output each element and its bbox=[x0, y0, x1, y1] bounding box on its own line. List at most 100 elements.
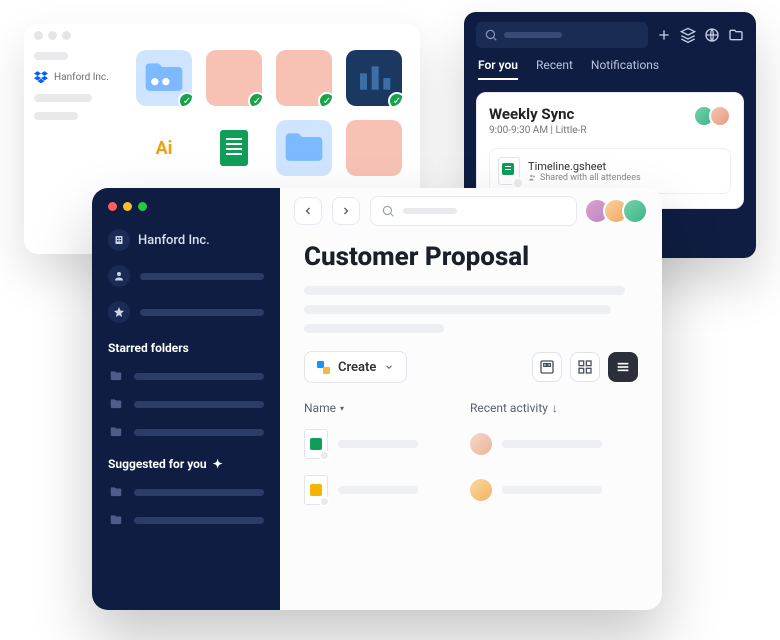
item-placeholder bbox=[134, 517, 264, 524]
tab-notifications[interactable]: Notifications bbox=[591, 58, 659, 80]
folder-tile[interactable]: ✓ bbox=[346, 50, 402, 106]
file-tile-ai[interactable]: Ai bbox=[136, 120, 192, 176]
sidebar-placeholder bbox=[140, 273, 264, 280]
search-input[interactable] bbox=[370, 196, 577, 226]
page-title: Customer Proposal bbox=[304, 242, 638, 272]
view-gallery-button[interactable] bbox=[532, 352, 562, 382]
minimize-dot[interactable] bbox=[123, 202, 132, 211]
file-name: Timeline.gsheet bbox=[528, 160, 641, 173]
folder-icon bbox=[108, 485, 124, 499]
brand-label: Hanford Inc. bbox=[54, 72, 109, 83]
folder-icon bbox=[108, 513, 124, 527]
grid-icon bbox=[577, 359, 593, 375]
starred-folder-item[interactable] bbox=[108, 397, 264, 411]
attendee-avatars bbox=[699, 105, 731, 127]
person-icon bbox=[108, 265, 130, 287]
main-app-window: Hanford Inc. Starred folders Suggested f… bbox=[92, 188, 662, 610]
window-dot bbox=[48, 31, 57, 40]
gsheet-icon bbox=[498, 157, 520, 185]
nav-forward-button[interactable] bbox=[332, 197, 360, 225]
app-main: Customer Proposal Create Name▾ bbox=[280, 188, 662, 610]
people-icon bbox=[528, 173, 537, 182]
layers-icon[interactable] bbox=[680, 27, 696, 43]
starred-folder-item[interactable] bbox=[108, 369, 264, 383]
tab-for-you[interactable]: For you bbox=[478, 58, 518, 80]
folder-icon bbox=[108, 397, 124, 411]
search-input[interactable] bbox=[476, 22, 648, 48]
tab-recent[interactable]: Recent bbox=[536, 58, 573, 80]
image-tile[interactable] bbox=[346, 120, 402, 176]
folder-icon bbox=[142, 56, 186, 100]
starred-folder-item[interactable] bbox=[108, 425, 264, 439]
create-label: Create bbox=[338, 360, 376, 375]
sync-check-icon: ✓ bbox=[248, 92, 262, 106]
table-row[interactable] bbox=[304, 467, 638, 513]
file-name-placeholder bbox=[338, 486, 418, 494]
activity-placeholder bbox=[502, 440, 602, 448]
avatar bbox=[622, 198, 648, 224]
folder-tile[interactable]: ✓ bbox=[136, 50, 192, 106]
column-activity[interactable]: Recent activity↓ bbox=[470, 401, 638, 415]
sidebar-item[interactable] bbox=[108, 265, 264, 287]
event-subtitle: 9:00-9:30 AM | Little-R bbox=[489, 125, 587, 136]
section-starred: Starred folders bbox=[108, 341, 264, 355]
collaborator-avatars[interactable] bbox=[591, 198, 648, 224]
table-row[interactable] bbox=[304, 421, 638, 467]
file-shared-label: Shared with all attendees bbox=[528, 173, 641, 183]
image-tile[interactable]: ✓ bbox=[276, 50, 332, 106]
close-dot[interactable] bbox=[108, 202, 117, 211]
sparkle-icon: ✦ bbox=[213, 457, 223, 471]
sidebar-placeholder bbox=[34, 94, 92, 102]
column-name[interactable]: Name▾ bbox=[304, 401, 470, 415]
text-placeholder bbox=[304, 286, 625, 295]
sidebar-placeholder bbox=[34, 112, 78, 120]
sync-check-icon: ✓ bbox=[178, 92, 192, 106]
file-list bbox=[304, 421, 638, 513]
file-slides-icon bbox=[304, 475, 328, 505]
create-button[interactable]: Create bbox=[304, 351, 407, 383]
item-placeholder bbox=[134, 373, 264, 380]
star-icon bbox=[108, 301, 130, 323]
workspace-brand[interactable]: Hanford Inc. bbox=[108, 229, 264, 251]
sidebar-brand[interactable]: Hanford Inc. bbox=[34, 70, 118, 84]
text-placeholder bbox=[304, 305, 611, 314]
chevron-left-icon bbox=[302, 205, 314, 217]
section-suggested: Suggested for you ✦ bbox=[108, 457, 264, 471]
suggested-folder-item[interactable] bbox=[108, 485, 264, 499]
sync-check-icon: ✓ bbox=[318, 92, 332, 106]
dropbox-icon bbox=[34, 70, 48, 84]
brand-label: Hanford Inc. bbox=[138, 233, 210, 248]
window-dot bbox=[34, 31, 43, 40]
globe-icon[interactable] bbox=[704, 27, 720, 43]
file-name-placeholder bbox=[338, 440, 418, 448]
folder-tile[interactable] bbox=[276, 120, 332, 176]
app-sidebar: Hanford Inc. Starred folders Suggested f… bbox=[92, 188, 280, 610]
item-placeholder bbox=[134, 489, 264, 496]
text-placeholder bbox=[304, 324, 444, 333]
suggested-folder-item[interactable] bbox=[108, 513, 264, 527]
folder-outline-icon[interactable] bbox=[728, 27, 744, 43]
list-icon bbox=[615, 359, 631, 375]
view-list-button[interactable] bbox=[608, 352, 638, 382]
plus-icon[interactable] bbox=[656, 27, 672, 43]
file-tile-sheet[interactable] bbox=[206, 120, 262, 176]
search-placeholder bbox=[504, 32, 562, 38]
sidebar-item[interactable] bbox=[108, 301, 264, 323]
view-grid-button[interactable] bbox=[570, 352, 600, 382]
file-spreadsheet-icon bbox=[304, 429, 328, 459]
folder-icon bbox=[108, 425, 124, 439]
avatar bbox=[470, 433, 492, 455]
zoom-dot[interactable] bbox=[138, 202, 147, 211]
sidebar-placeholder bbox=[34, 52, 68, 60]
sync-check-icon: ✓ bbox=[388, 92, 402, 106]
nav-back-button[interactable] bbox=[294, 197, 322, 225]
window-dot bbox=[62, 31, 71, 40]
chevron-down-icon bbox=[384, 362, 394, 372]
image-tile[interactable]: ✓ bbox=[206, 50, 262, 106]
gallery-icon bbox=[539, 359, 555, 375]
event-title: Weekly Sync bbox=[489, 105, 587, 123]
chevron-right-icon bbox=[340, 205, 352, 217]
topbar bbox=[280, 188, 662, 234]
folder-icon bbox=[108, 369, 124, 383]
search-placeholder bbox=[403, 208, 457, 214]
